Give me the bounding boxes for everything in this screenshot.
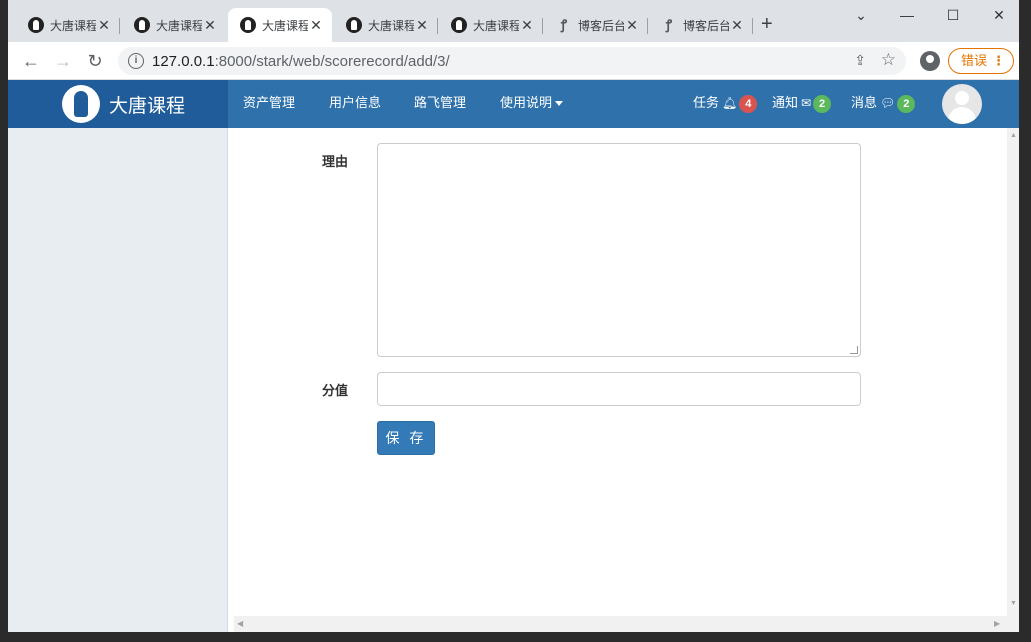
close-tab-icon[interactable]: ✕ bbox=[308, 17, 324, 34]
tab-title: 大唐课程 bbox=[368, 18, 414, 33]
close-tab-icon[interactable]: ✕ bbox=[202, 17, 218, 34]
menu-item-users[interactable]: 用户信息 bbox=[329, 80, 381, 128]
browser-tab-active[interactable]: 大唐课程 ✕ bbox=[228, 8, 332, 42]
reason-textarea[interactable] bbox=[377, 143, 861, 357]
error-menu-button[interactable]: 错误 ⋮ bbox=[948, 48, 1014, 74]
person-favicon bbox=[346, 17, 362, 33]
tab-strip: 大唐课程 ✕ 大唐课程 ✕ 大唐课程 ✕ 大唐课程 ✕ 大唐课程 ✕ ꝭ 博客后… bbox=[8, 0, 1019, 42]
site-logo[interactable]: 大唐课程 bbox=[8, 80, 228, 128]
tab-title: 博客后台 bbox=[683, 18, 729, 33]
scroll-up-arrow-icon[interactable]: ▲ bbox=[1010, 132, 1017, 139]
messages-count-badge: 2 bbox=[897, 95, 916, 113]
messages-label: 消息 bbox=[851, 95, 878, 110]
tab-title: 大唐课程 bbox=[156, 18, 202, 33]
form-content: 理由 分值 保 存 bbox=[234, 128, 1007, 616]
tab-title: 大唐课程 bbox=[262, 18, 308, 33]
user-avatar[interactable] bbox=[942, 84, 982, 124]
close-tab-icon[interactable]: ✕ bbox=[729, 17, 745, 34]
close-tab-icon[interactable]: ✕ bbox=[519, 17, 535, 34]
score-label: 分值 bbox=[322, 383, 349, 398]
save-button[interactable]: 保 存 bbox=[377, 421, 435, 455]
tab-separator bbox=[752, 18, 753, 34]
menu-item-assets[interactable]: 资产管理 bbox=[243, 80, 295, 128]
error-label: 错误 bbox=[961, 53, 988, 68]
share-icon[interactable]: ⇪ bbox=[854, 52, 866, 69]
browser-window: 大唐课程 ✕ 大唐课程 ✕ 大唐课程 ✕ 大唐课程 ✕ 大唐课程 ✕ ꝭ 博客后… bbox=[8, 0, 1019, 632]
menu-item-luffy[interactable]: 路飞管理 bbox=[414, 80, 466, 128]
tab-title: 大唐课程 bbox=[50, 18, 96, 33]
bookmark-star-icon[interactable]: ☆ bbox=[881, 50, 896, 70]
close-tab-icon[interactable]: ✕ bbox=[624, 17, 640, 34]
caret-down-icon bbox=[555, 101, 564, 107]
notices-label: 通知 bbox=[772, 95, 799, 110]
tab-separator bbox=[437, 18, 438, 34]
browser-tab[interactable]: 大唐课程 ✕ bbox=[16, 8, 120, 42]
browser-tab[interactable]: 大唐课程 ✕ bbox=[439, 8, 543, 42]
tasks-label: 任务 bbox=[693, 95, 720, 110]
background-window-left bbox=[0, 0, 8, 642]
menu-item-help[interactable]: 使用说明 bbox=[500, 80, 564, 128]
close-tab-icon[interactable]: ✕ bbox=[414, 17, 430, 34]
browser-tab[interactable]: ꝭ 博客后台 ✕ bbox=[649, 8, 753, 42]
blog-favicon: ꝭ bbox=[665, 17, 673, 32]
comment-icon: 💬︎ bbox=[880, 96, 896, 110]
person-favicon bbox=[451, 17, 467, 33]
forward-icon[interactable]: → bbox=[52, 50, 74, 72]
score-input[interactable] bbox=[377, 372, 861, 406]
background-window-right bbox=[1019, 0, 1031, 642]
tab-search-icon[interactable]: ⌄ bbox=[838, 4, 884, 26]
reload-icon[interactable]: ↻ bbox=[84, 50, 106, 72]
new-tab-button[interactable]: + bbox=[761, 13, 773, 36]
kebab-menu-icon: ⋮ bbox=[992, 53, 1005, 68]
back-icon[interactable]: ← bbox=[20, 50, 42, 72]
url-host: 127.0.0.1 bbox=[152, 53, 215, 70]
person-favicon bbox=[240, 17, 256, 33]
person-favicon bbox=[134, 17, 150, 33]
notices-link[interactable]: 通知 ✉ 2 bbox=[772, 80, 832, 128]
profile-icon[interactable] bbox=[920, 51, 940, 71]
scroll-right-arrow-icon[interactable]: ▶ bbox=[994, 619, 1000, 628]
url-text[interactable]: 127.0.0.1:8000/stark/web/scorerecord/add… bbox=[152, 53, 450, 70]
blog-favicon: ꝭ bbox=[560, 17, 568, 32]
browser-tab[interactable]: 大唐课程 ✕ bbox=[334, 8, 438, 42]
reason-label: 理由 bbox=[322, 154, 349, 169]
scroll-down-arrow-icon[interactable]: ▼ bbox=[1010, 600, 1017, 607]
tasks-link[interactable]: 任务 🔔︎ 4 bbox=[693, 80, 758, 128]
resize-grip-icon[interactable] bbox=[850, 346, 858, 354]
tab-title: 大唐课程 bbox=[473, 18, 519, 33]
envelope-icon: ✉ bbox=[801, 96, 812, 110]
horizontal-scrollbar[interactable]: ◀ ▶ bbox=[234, 616, 1007, 632]
close-tab-icon[interactable]: ✕ bbox=[96, 17, 112, 34]
bell-icon: 🔔︎ bbox=[722, 96, 738, 110]
messages-link[interactable]: 消息 💬︎ 2 bbox=[851, 80, 916, 128]
site-info-icon[interactable]: i bbox=[128, 53, 144, 69]
background-window-bottom bbox=[0, 632, 1031, 642]
person-favicon bbox=[28, 17, 44, 33]
vertical-scrollbar[interactable]: ▲ ▼ bbox=[1007, 128, 1019, 632]
left-sidebar bbox=[8, 128, 228, 632]
menu-item-help-label: 使用说明 bbox=[500, 95, 553, 110]
brand-name: 大唐课程 bbox=[109, 95, 186, 117]
tab-separator bbox=[647, 18, 648, 34]
notices-count-badge: 2 bbox=[813, 95, 832, 113]
browser-toolbar: ← → ↻ i 127.0.0.1:8000/stark/web/scorere… bbox=[8, 42, 1019, 80]
maximize-button[interactable]: ☐ bbox=[930, 4, 976, 26]
scroll-left-arrow-icon[interactable]: ◀ bbox=[237, 619, 243, 628]
tasks-count-badge: 4 bbox=[739, 95, 758, 113]
url-path: :8000/stark/web/scorerecord/add/3/ bbox=[214, 53, 450, 70]
minimize-button[interactable]: — bbox=[884, 4, 930, 26]
address-bar[interactable]: i 127.0.0.1:8000/stark/web/scorerecord/a… bbox=[118, 47, 906, 75]
tab-separator bbox=[119, 18, 120, 34]
browser-tab[interactable]: 大唐课程 ✕ bbox=[122, 8, 226, 42]
tab-title: 博客后台 bbox=[578, 18, 624, 33]
site-navbar: 大唐课程 资产管理 用户信息 路飞管理 使用说明 任务 🔔︎ 4 通知 ✉ 2 消息 💬︎… bbox=[8, 80, 1019, 128]
close-window-button[interactable]: ✕ bbox=[976, 4, 1019, 26]
person-logo-icon bbox=[62, 85, 100, 123]
tab-separator bbox=[542, 18, 543, 34]
browser-tab[interactable]: ꝭ 博客后台 ✕ bbox=[544, 8, 648, 42]
